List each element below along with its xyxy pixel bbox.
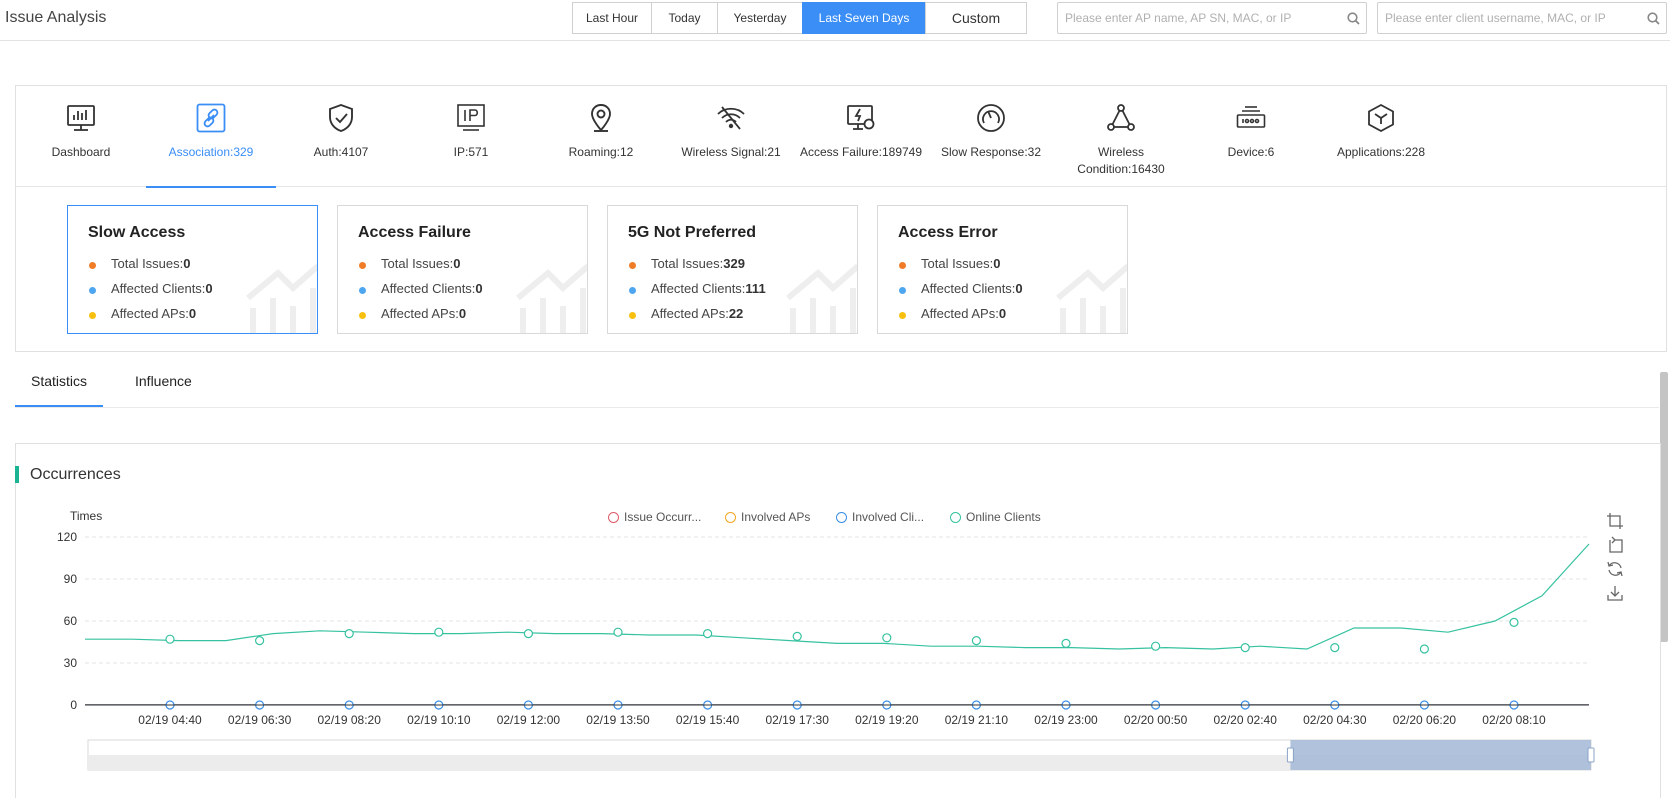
x-tick-label: 02/20 04:30 xyxy=(1303,713,1367,727)
x-tick-label: 02/20 02:40 xyxy=(1213,713,1277,727)
x-tick-label: 02/20 08:10 xyxy=(1482,713,1546,727)
x-tick-label: 02/19 04:40 xyxy=(138,713,202,727)
x-tick-label: 02/19 12:00 xyxy=(497,713,561,727)
online-clients-point xyxy=(523,628,534,639)
online-clients-point xyxy=(255,635,265,646)
online-clients-point xyxy=(1150,641,1161,651)
zoom-slider-handle[interactable] xyxy=(1587,747,1595,763)
online-clients-point xyxy=(702,628,713,639)
online-clients-point xyxy=(1061,638,1071,649)
online-clients-point xyxy=(1330,642,1340,653)
x-tick-label: 02/19 08:20 xyxy=(317,713,381,727)
x-tick-label: 02/19 13:50 xyxy=(586,713,650,727)
x-tick-label: 02/19 23:00 xyxy=(1034,713,1098,727)
online-clients-point xyxy=(1419,644,1430,654)
online-clients-point xyxy=(613,627,623,637)
y-tick-label: 30 xyxy=(64,656,78,670)
x-tick-label: 02/20 06:20 xyxy=(1393,713,1457,727)
zoom-slider-window[interactable] xyxy=(1290,740,1591,770)
online-clients-point xyxy=(434,627,444,637)
online-clients-point xyxy=(344,628,354,639)
online-clients-point xyxy=(882,633,892,643)
online-clients-point xyxy=(1240,642,1250,653)
online-clients-point xyxy=(971,635,982,646)
x-tick-label: 02/19 06:30 xyxy=(228,713,292,727)
x-tick-label: 02/20 00:50 xyxy=(1124,713,1188,727)
online-clients-point xyxy=(165,634,175,644)
series-line-online-clients xyxy=(85,543,1590,650)
x-tick-label: 02/19 17:30 xyxy=(765,713,829,727)
y-tick-label: 60 xyxy=(64,614,78,628)
occurrences-chart: 0 30 60 90 120 Times 02/19 04:40 02/19 06:30 02/… xyxy=(57,509,1595,771)
online-clients-point xyxy=(792,631,802,642)
y-axis-label: Times xyxy=(70,509,102,523)
x-tick-label: 02/19 21:10 xyxy=(945,713,1009,727)
online-clients-point xyxy=(1509,617,1519,628)
y-tick-label: 0 xyxy=(70,698,77,712)
y-tick-label: 90 xyxy=(64,572,78,586)
y-tick-label: 120 xyxy=(57,530,77,544)
x-tick-label: 02/19 10:10 xyxy=(407,713,471,727)
x-tick-label: 02/19 19:20 xyxy=(855,713,919,727)
zoom-slider-handle[interactable] xyxy=(1286,747,1294,763)
x-tick-label: 02/19 15:40 xyxy=(676,713,740,727)
